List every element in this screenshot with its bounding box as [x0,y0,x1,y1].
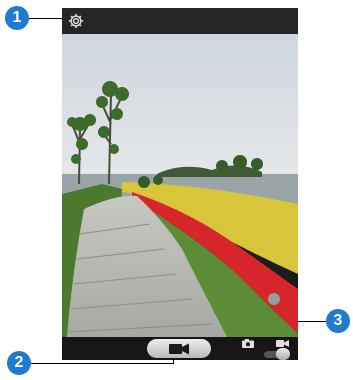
camera-screen [62,8,298,360]
callout-3-badge: 3 [326,309,350,333]
callout-1-leader [29,18,64,19]
camera-video-mode-switch[interactable] [242,337,296,360]
callout-2-badge: 2 [7,351,31,375]
bottom-bar [62,337,298,360]
top-bar [62,8,298,34]
mode-switch-knob[interactable] [276,348,290,360]
record-button[interactable] [147,339,211,358]
settings-button[interactable] [66,11,86,31]
camera-help-figure: 1 2 3 [0,0,353,380]
video-camera-icon [169,343,189,354]
callout-2-leader [31,363,174,364]
callout-1-badge: 1 [5,6,29,30]
gear-icon [68,13,84,29]
viewfinder-scene [62,34,298,337]
camera-icon [242,339,254,348]
video-camera-icon [276,340,289,347]
camera-viewfinder[interactable] [62,34,298,337]
